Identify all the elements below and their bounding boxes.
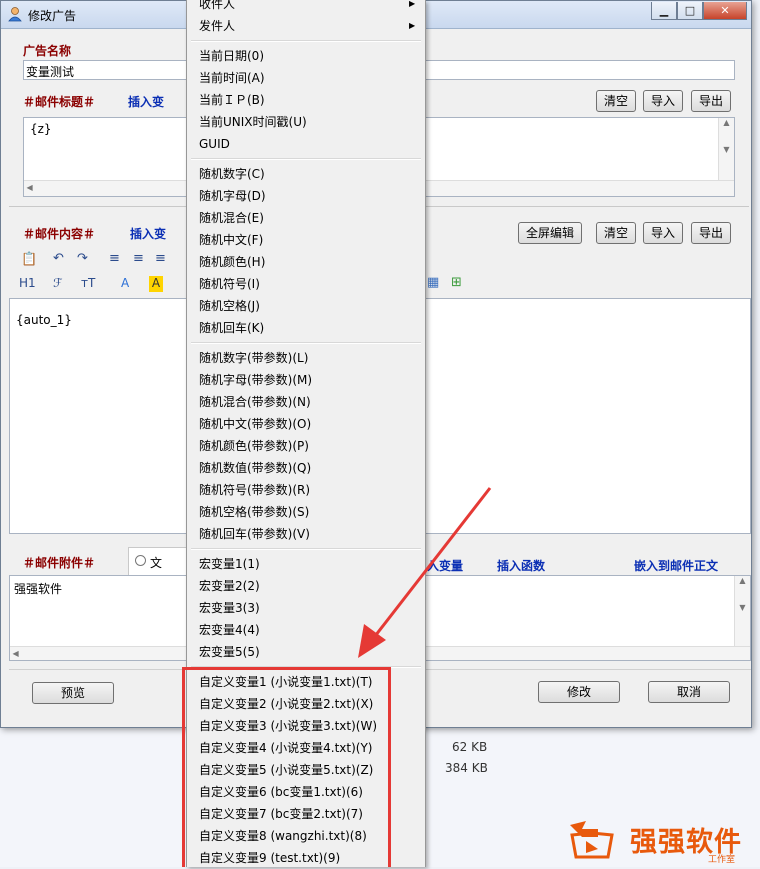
submenu-arrow-icon: ▶ — [409, 21, 416, 30]
menu-separator-3 — [191, 342, 421, 344]
menu-item-group_random_params-5[interactable]: 随机颜色(带参数)(P) — [199, 435, 309, 457]
menu-item-group_time-4[interactable]: 当前UNIX时间戳(U) — [199, 111, 307, 133]
window-title: 修改广告 — [28, 9, 77, 23]
font-color-dropdown[interactable]: A — [121, 276, 129, 290]
menu-item-group_random-4[interactable]: 随机中文(F) — [199, 229, 263, 251]
menu-item-group_random-8[interactable]: 随机回车(K) — [199, 317, 264, 339]
attachment-radio[interactable] — [135, 555, 146, 566]
menu-item-group_random_params-9[interactable]: 随机回车(带参数)(V) — [199, 523, 310, 545]
annotation-arrow — [358, 487, 492, 658]
content-value: {auto_1} — [16, 313, 72, 327]
menu-item-group_top-2[interactable]: 发件人 — [199, 15, 235, 37]
subject-export-button[interactable]: 导出 — [691, 90, 731, 112]
content-clear-button[interactable]: 清空 — [596, 222, 636, 244]
file-size-1: 62 KB — [452, 740, 488, 754]
subject-clear-button[interactable]: 清空 — [596, 90, 636, 112]
menu-item-group_macro-3[interactable]: 宏变量3(3) — [199, 597, 260, 619]
maximize-button[interactable]: □ — [677, 2, 703, 20]
menu-item-group_time-3[interactable]: 当前ＩＰ(B) — [199, 89, 265, 111]
align-center-icon[interactable]: ≡ — [133, 251, 144, 266]
menu-item-group_time-5[interactable]: GUID — [199, 133, 230, 155]
menu-item-group_random_params-4[interactable]: 随机中文(带参数)(O) — [199, 413, 311, 435]
insert-row-icon[interactable]: ⊞ — [451, 275, 462, 290]
font-family-dropdown[interactable]: ℱ — [53, 276, 62, 290]
file-size-2: 384 KB — [445, 761, 488, 775]
subject-label: ＃邮件标题＃ — [23, 95, 96, 109]
menu-item-group_macro-5[interactable]: 宏变量5(5) — [199, 641, 260, 663]
menu-item-group_time-1[interactable]: 当前日期(0) — [199, 45, 264, 67]
heading-dropdown[interactable]: H1 — [19, 276, 36, 290]
attachment-vertical-scrollbar[interactable]: ▲ ▼ — [734, 576, 750, 646]
menu-item-group_macro-2[interactable]: 宏变量2(2) — [199, 575, 260, 597]
subject-value: {z} — [30, 122, 52, 136]
menu-item-group_random-6[interactable]: 随机符号(I) — [199, 273, 260, 295]
modify-button[interactable]: 修改 — [538, 681, 620, 703]
embed-in-body-link[interactable]: 嵌入到邮件正文 — [634, 557, 718, 574]
menu-item-group_random_params-2[interactable]: 随机字母(带参数)(M) — [199, 369, 312, 391]
align-left-icon[interactable]: ≡ — [109, 251, 120, 266]
submenu-arrow-icon: ▶ — [409, 0, 416, 8]
watermark-subtext: 工作室 — [708, 855, 736, 865]
menu-item-group_random-3[interactable]: 随机混合(E) — [199, 207, 264, 229]
menu-item-group_random_params-1[interactable]: 随机数字(带参数)(L) — [199, 347, 308, 369]
attachment-label: ＃邮件附件＃ — [23, 556, 96, 570]
align-right-icon[interactable]: ≡ — [155, 251, 166, 266]
menu-item-group_time-2[interactable]: 当前时间(A) — [199, 67, 265, 89]
ad-name-value: 变量测试 — [26, 65, 75, 79]
subject-insert-variable-link[interactable]: 插入变 — [128, 93, 164, 110]
watermark-logo — [570, 821, 614, 859]
attachment-tab[interactable]: 文 — [128, 547, 188, 575]
menu-separator-1 — [191, 40, 421, 42]
undo-icon[interactable]: ↶ — [53, 251, 64, 266]
subject-vertical-scrollbar[interactable]: ▲ ▼ — [718, 118, 734, 180]
close-button[interactable]: ✕ — [703, 2, 747, 20]
content-import-button[interactable]: 导入 — [643, 222, 683, 244]
menu-item-group_random-2[interactable]: 随机字母(D) — [199, 185, 266, 207]
preview-button[interactable]: 预览 — [32, 682, 114, 704]
custom-variable-highlight-box — [182, 667, 391, 867]
content-export-button[interactable]: 导出 — [691, 222, 731, 244]
menu-item-group_random_params-3[interactable]: 随机混合(带参数)(N) — [199, 391, 311, 413]
font-size-dropdown[interactable]: тT — [81, 276, 95, 290]
cancel-button[interactable]: 取消 — [648, 681, 730, 703]
ad-name-label: 广告名称 — [23, 44, 72, 58]
menu-item-group_top-1[interactable]: 收件人 — [199, 0, 235, 15]
attachment-radio-label: 文 — [150, 556, 163, 570]
menu-item-group_random_params-7[interactable]: 随机符号(带参数)(R) — [199, 479, 310, 501]
highlight-color-button[interactable]: A — [149, 276, 163, 292]
minimize-button[interactable]: ▁ — [651, 2, 677, 20]
menu-separator-2 — [191, 158, 421, 160]
redo-icon[interactable]: ↷ — [77, 251, 88, 266]
menu-item-group_random_params-6[interactable]: 随机数值(带参数)(Q) — [199, 457, 311, 479]
content-label: ＃邮件内容＃ — [23, 227, 96, 241]
menu-item-group_random-5[interactable]: 随机颜色(H) — [199, 251, 265, 273]
paste-icon[interactable]: 📋 — [21, 252, 37, 267]
fullscreen-edit-button[interactable]: 全屏编辑 — [518, 222, 582, 244]
subject-import-button[interactable]: 导入 — [643, 90, 683, 112]
table-icon[interactable]: ▦ — [427, 275, 439, 290]
menu-item-group_macro-4[interactable]: 宏变量4(4) — [199, 619, 260, 641]
user-icon — [8, 7, 22, 22]
attachment-value: 强强软件 — [14, 582, 63, 596]
menu-item-group_random-7[interactable]: 随机空格(J) — [199, 295, 260, 317]
menu-item-group_random_params-8[interactable]: 随机空格(带参数)(S) — [199, 501, 309, 523]
attachment-insert-function-link[interactable]: 插入函数 — [497, 557, 545, 574]
menu-item-group_macro-1[interactable]: 宏变量1(1) — [199, 553, 260, 575]
content-insert-variable-link[interactable]: 插入变 — [130, 225, 166, 242]
menu-item-group_random-1[interactable]: 随机数字(C) — [199, 163, 265, 185]
